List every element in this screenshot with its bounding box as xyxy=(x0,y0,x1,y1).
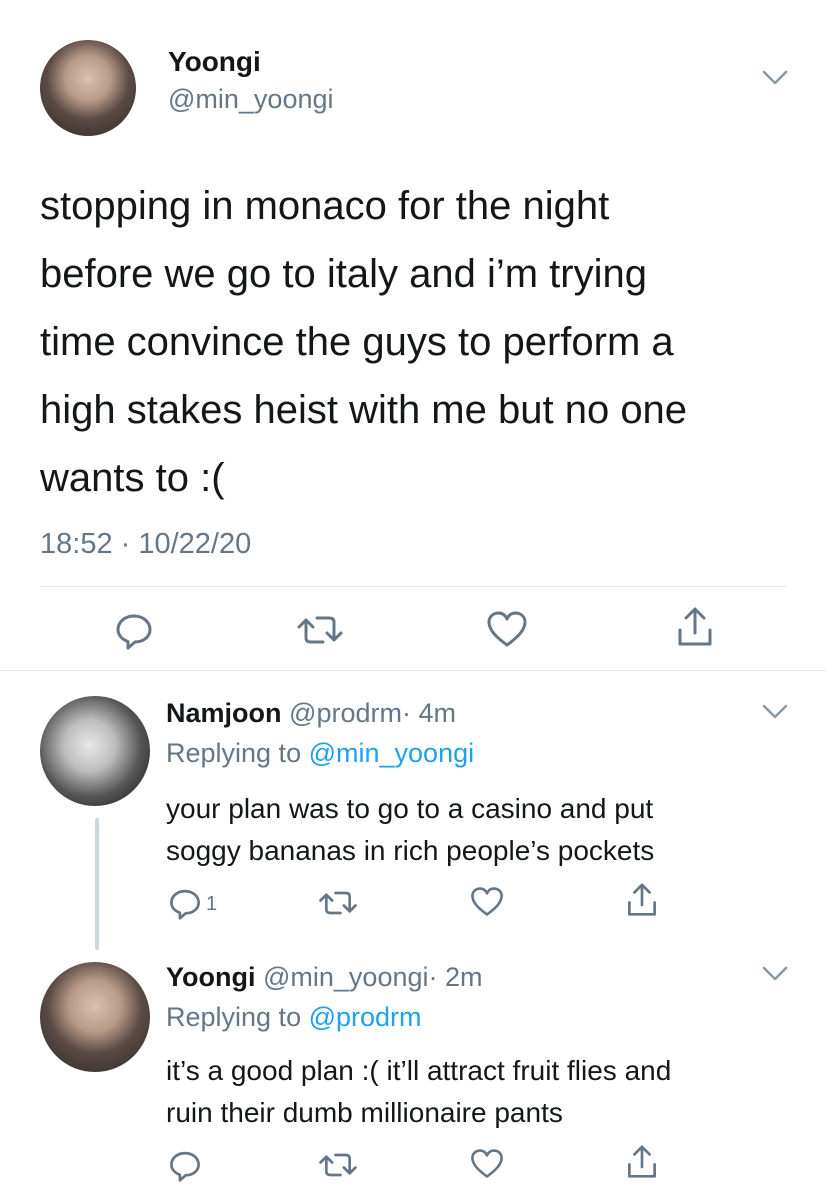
reply-icon[interactable] xyxy=(114,610,154,650)
reply-text-line: it’s a good plan :( it’ll attract fruit … xyxy=(166,1055,672,1086)
reply-time[interactable]: · 4m xyxy=(402,698,456,728)
thread-line xyxy=(95,818,99,950)
author-name[interactable]: Namjoon xyxy=(166,698,282,728)
reply-text: it’s a good plan :( it’ll attract fruit … xyxy=(166,1050,806,1134)
replying-to: Replying to @min_yoongi xyxy=(166,738,474,769)
heart-icon[interactable] xyxy=(470,886,504,917)
avatar[interactable] xyxy=(40,696,150,806)
divider xyxy=(0,670,826,671)
heart-icon[interactable] xyxy=(486,610,528,648)
share-icon[interactable] xyxy=(626,882,658,918)
reply-text-line: ruin their dumb millionaire pants xyxy=(166,1097,563,1128)
reply-time[interactable]: · 2m xyxy=(429,962,483,992)
tweet-text-line: high stakes heist with me but no one xyxy=(40,388,688,432)
reply-header: Namjoon @prodrm· 4m xyxy=(166,698,456,729)
avatar[interactable] xyxy=(40,962,150,1072)
reply-icon[interactable] xyxy=(168,886,202,920)
author-handle[interactable]: @prodrm xyxy=(289,698,402,728)
retweet-icon[interactable] xyxy=(296,612,344,648)
tweet-text-line: time convince the guys to perform a xyxy=(40,320,674,364)
replying-to-label: Replying to xyxy=(166,1002,302,1032)
chevron-down-icon[interactable] xyxy=(762,704,788,720)
avatar[interactable] xyxy=(40,40,136,136)
reply-count: 1 xyxy=(206,893,218,915)
author-name[interactable]: Yoongi xyxy=(168,46,261,78)
author-name[interactable]: Yoongi xyxy=(166,962,255,992)
replying-to-label: Replying to xyxy=(166,738,302,768)
heart-icon[interactable] xyxy=(470,1148,504,1179)
divider xyxy=(40,586,786,587)
tweet-text-line: stopping in monaco for the night xyxy=(40,184,610,228)
reply-text-line: your plan was to go to a casino and put xyxy=(166,793,654,824)
replying-to: Replying to @prodrm xyxy=(166,1002,422,1033)
reply-icon[interactable] xyxy=(168,1148,202,1182)
retweet-icon[interactable] xyxy=(318,888,358,918)
tweet-text: stopping in monaco for the night before … xyxy=(40,172,800,512)
reply-header: Yoongi @min_yoongi· 2m xyxy=(166,962,483,993)
replying-to-handle[interactable]: @prodrm xyxy=(309,1002,422,1032)
timestamp[interactable]: 18:52 · 10/22/20 xyxy=(40,528,251,561)
reply-text-line: soggy bananas in rich people’s pockets xyxy=(166,835,655,866)
retweet-icon[interactable] xyxy=(318,1150,358,1180)
chevron-down-icon[interactable] xyxy=(762,966,788,982)
tweet-text-line: wants to :( xyxy=(40,456,225,500)
share-icon[interactable] xyxy=(626,1144,658,1180)
share-icon[interactable] xyxy=(676,606,714,648)
author-handle[interactable]: @min_yoongi xyxy=(263,962,429,992)
reply-text: your plan was to go to a casino and put … xyxy=(166,788,786,872)
tweet-text-line: before we go to italy and i’m trying xyxy=(40,252,647,296)
author-handle[interactable]: @min_yoongi xyxy=(168,84,334,115)
chevron-down-icon[interactable] xyxy=(762,70,788,86)
replying-to-handle[interactable]: @min_yoongi xyxy=(309,738,475,768)
